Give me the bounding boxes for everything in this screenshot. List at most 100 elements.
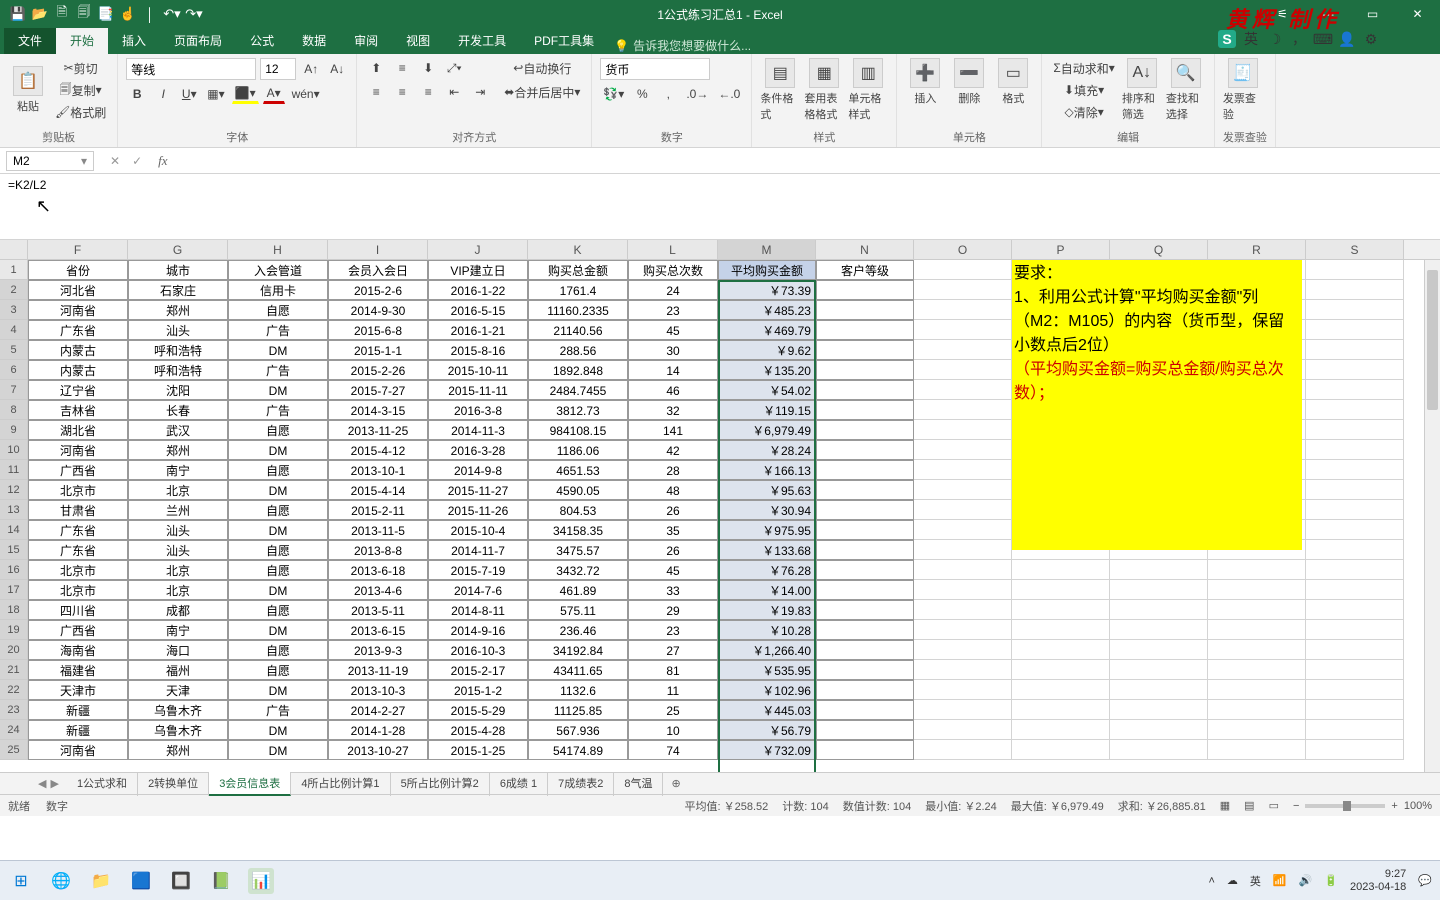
- cell[interactable]: [1306, 600, 1404, 620]
- cell[interactable]: 74: [628, 740, 718, 760]
- cell[interactable]: [914, 680, 1012, 700]
- cell[interactable]: 11: [628, 680, 718, 700]
- touch-mode-icon[interactable]: ☝: [118, 4, 138, 24]
- zoom-in-icon[interactable]: +: [1391, 800, 1397, 812]
- cell[interactable]: [914, 540, 1012, 560]
- ime-logo-icon[interactable]: S: [1218, 30, 1236, 48]
- cell[interactable]: DM: [228, 340, 328, 360]
- cell[interactable]: 2015-1-1: [328, 340, 428, 360]
- cell[interactable]: 广东省: [28, 540, 128, 560]
- cell[interactable]: 2015-2-26: [328, 360, 428, 380]
- cancel-formula-icon[interactable]: ✕: [110, 154, 120, 168]
- increase-font-icon[interactable]: A↑: [300, 59, 322, 79]
- cell[interactable]: 45: [628, 560, 718, 580]
- cell[interactable]: 南宁: [128, 620, 228, 640]
- cell[interactable]: 2015-4-12: [328, 440, 428, 460]
- wrap-text-button[interactable]: ↩ 自动换行: [501, 58, 583, 78]
- cell[interactable]: 呼和浩特: [128, 340, 228, 360]
- cell[interactable]: [1012, 600, 1110, 620]
- sheet-tab[interactable]: 8气温: [614, 772, 663, 796]
- cell[interactable]: ￥732.09: [718, 740, 816, 760]
- cell[interactable]: 3812.73: [528, 400, 628, 420]
- copy-button[interactable]: 🗐 复制 ▾: [52, 80, 109, 100]
- italic-button[interactable]: I: [152, 84, 174, 104]
- maximize-icon[interactable]: ▭: [1350, 0, 1395, 28]
- scrollbar-thumb[interactable]: [1427, 270, 1438, 410]
- cell[interactable]: [1208, 720, 1306, 740]
- cell[interactable]: ￥135.20: [718, 360, 816, 380]
- cell[interactable]: 沈阳: [128, 380, 228, 400]
- header-cell[interactable]: [914, 260, 1012, 280]
- folder-open-icon[interactable]: 📂: [30, 4, 50, 24]
- cell[interactable]: [914, 660, 1012, 680]
- row-header[interactable]: 11: [0, 460, 28, 480]
- cell[interactable]: DM: [228, 680, 328, 700]
- calculate-icon[interactable]: 📑: [96, 4, 116, 24]
- sheet-tab[interactable]: 5所占比例计算2: [391, 772, 490, 796]
- cell[interactable]: [816, 280, 914, 300]
- cell[interactable]: 福建省: [28, 660, 128, 680]
- cell[interactable]: 广东省: [28, 520, 128, 540]
- app-icon-3[interactable]: 📗: [208, 868, 234, 894]
- cell[interactable]: 2013-6-15: [328, 620, 428, 640]
- column-header-N[interactable]: N: [816, 240, 914, 259]
- autosum-button[interactable]: Σ 自动求和 ▾: [1050, 58, 1117, 78]
- cell[interactable]: 4590.05: [528, 480, 628, 500]
- conditional-format-button[interactable]: ▤条件格式: [760, 58, 800, 122]
- cell[interactable]: 2013-11-25: [328, 420, 428, 440]
- cell[interactable]: [1306, 360, 1404, 380]
- cell[interactable]: 广西省: [28, 460, 128, 480]
- column-header-J[interactable]: J: [428, 240, 528, 259]
- cell[interactable]: 广告: [228, 400, 328, 420]
- cell[interactable]: 自愿: [228, 420, 328, 440]
- align-left-icon[interactable]: ≡: [365, 82, 387, 102]
- cell[interactable]: 乌鲁木齐: [128, 720, 228, 740]
- row-header[interactable]: 14: [0, 520, 28, 540]
- tab-pdf-tools[interactable]: PDF工具集: [520, 27, 608, 54]
- cell[interactable]: [914, 440, 1012, 460]
- align-top-icon[interactable]: ⬆: [365, 58, 387, 78]
- cell[interactable]: [1012, 640, 1110, 660]
- cell[interactable]: [1012, 720, 1110, 740]
- sheet-tab[interactable]: 7成绩表2: [548, 772, 614, 796]
- header-cell[interactable]: 客户等级: [816, 260, 914, 280]
- tab-developer[interactable]: 开发工具: [444, 27, 520, 54]
- cell[interactable]: 2014-11-3: [428, 420, 528, 440]
- spreadsheet-grid[interactable]: FGHIJKLMNOPQRS 1省份城市入会管道会员入会日VIP建立日购买总金额…: [0, 240, 1440, 772]
- fx-icon[interactable]: fx: [158, 153, 175, 169]
- row-header[interactable]: 17: [0, 580, 28, 600]
- decrease-font-icon[interactable]: A↓: [326, 59, 348, 79]
- percent-icon[interactable]: %: [631, 84, 653, 104]
- zoom-slider[interactable]: − + 100%: [1293, 800, 1432, 812]
- settings-icon[interactable]: ⚙: [1362, 30, 1380, 48]
- cell[interactable]: 14: [628, 360, 718, 380]
- sheet-nav-next-icon[interactable]: ▶: [50, 777, 58, 790]
- cell[interactable]: 河南省: [28, 440, 128, 460]
- cell[interactable]: [816, 600, 914, 620]
- cell[interactable]: 42: [628, 440, 718, 460]
- cell[interactable]: 2014-1-28: [328, 720, 428, 740]
- edge-icon[interactable]: 🌐: [48, 868, 74, 894]
- tray-notifications-icon[interactable]: 💬: [1418, 874, 1432, 887]
- cell[interactable]: 2013-11-19: [328, 660, 428, 680]
- tab-data[interactable]: 数据: [288, 27, 340, 54]
- cell[interactable]: [1306, 500, 1404, 520]
- cell[interactable]: [914, 420, 1012, 440]
- tray-ime-icon[interactable]: 英: [1250, 873, 1261, 889]
- cell[interactable]: 广西省: [28, 620, 128, 640]
- column-header-Q[interactable]: Q: [1110, 240, 1208, 259]
- file-explorer-icon[interactable]: 📁: [88, 868, 114, 894]
- column-header-I[interactable]: I: [328, 240, 428, 259]
- cell[interactable]: [1306, 620, 1404, 640]
- tray-wifi-icon[interactable]: 📶: [1273, 874, 1287, 887]
- tab-view[interactable]: 视图: [392, 27, 444, 54]
- tab-page-layout[interactable]: 页面布局: [160, 27, 236, 54]
- orientation-icon[interactable]: ⤢▾: [443, 58, 465, 78]
- header-cell[interactable]: 省份: [28, 260, 128, 280]
- cell[interactable]: 河北省: [28, 280, 128, 300]
- merge-center-button[interactable]: ⬌ 合并后居中 ▾: [501, 82, 583, 102]
- column-header-K[interactable]: K: [528, 240, 628, 259]
- ime-lang[interactable]: 英: [1242, 30, 1260, 48]
- cell[interactable]: ￥76.28: [718, 560, 816, 580]
- cell[interactable]: 2015-11-26: [428, 500, 528, 520]
